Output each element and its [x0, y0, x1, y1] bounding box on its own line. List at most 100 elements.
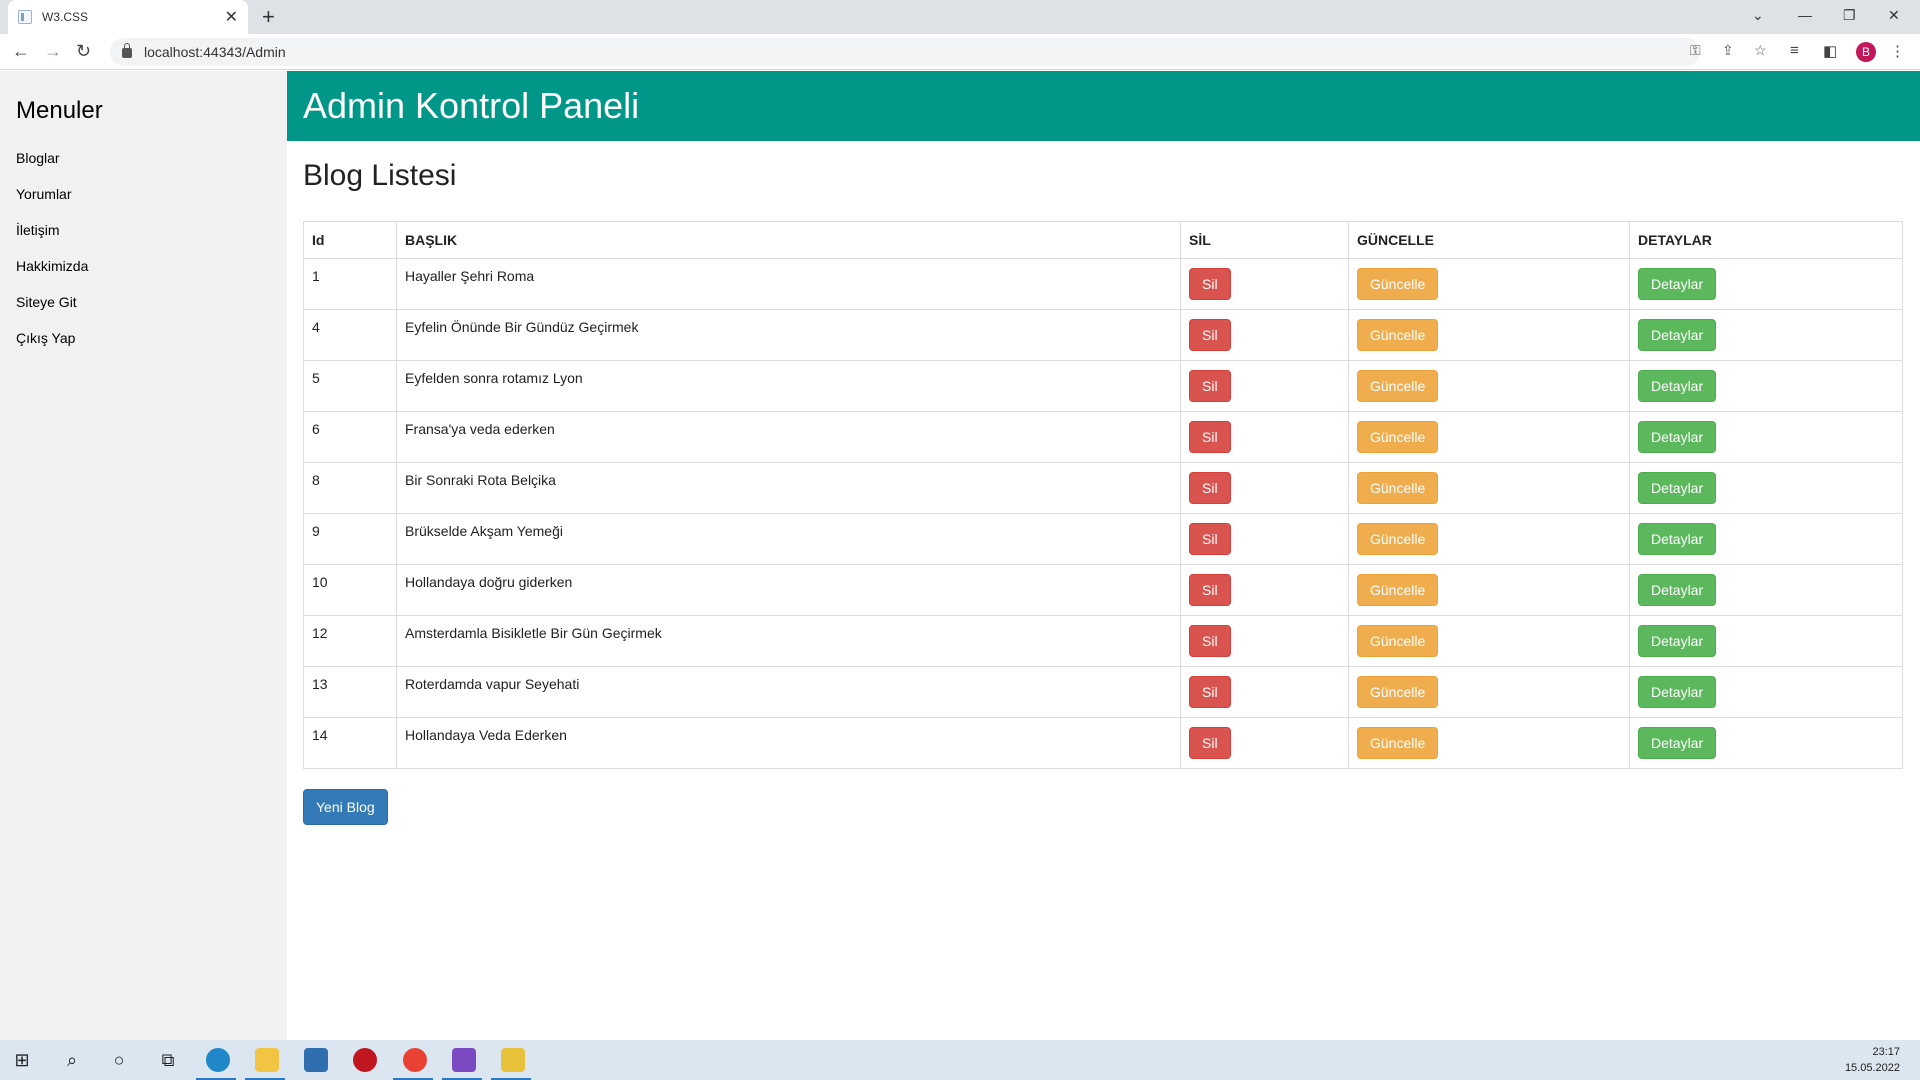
row-id: 4: [303, 309, 397, 361]
menu-kebab-icon[interactable]: ⋮: [1890, 42, 1905, 60]
details-button[interactable]: Detaylar: [1638, 727, 1717, 759]
update-cell: Güncelle: [1348, 462, 1630, 514]
delete-button[interactable]: Sil: [1189, 319, 1231, 351]
browser-tab[interactable]: W3.CSS ✕: [8, 0, 248, 34]
minimize-icon[interactable]: —: [1798, 0, 1812, 30]
column-header-id: Id: [303, 221, 397, 259]
main-content: Admin Kontrol Paneli Blog Listesi Id BAŞ…: [287, 71, 1920, 1041]
search-icon[interactable]: ⌕: [60, 1048, 84, 1072]
delete-button[interactable]: Sil: [1189, 676, 1231, 708]
key-icon[interactable]: ⚿: [1690, 42, 1701, 59]
update-button[interactable]: Güncelle: [1357, 319, 1439, 351]
reload-icon[interactable]: ↻: [76, 41, 91, 61]
row-id: 14: [303, 717, 397, 769]
task-view-icon[interactable]: ⧉: [156, 1048, 180, 1072]
update-button[interactable]: Güncelle: [1357, 268, 1439, 300]
page-title: Admin Kontrol Paneli: [303, 85, 640, 126]
row-id: 9: [303, 513, 397, 565]
details-button[interactable]: Detaylar: [1638, 370, 1717, 402]
delete-button[interactable]: Sil: [1189, 625, 1231, 657]
new-blog-button[interactable]: Yeni Blog: [303, 789, 388, 825]
profile-avatar[interactable]: B: [1856, 42, 1876, 62]
address-bar[interactable]: localhost:44343/Admin: [110, 38, 1700, 66]
table-row: 13 Roterdamda vapur Seyehati Sil Güncelle De…: [303, 666, 1903, 718]
chrome-icon[interactable]: [403, 1048, 427, 1072]
lock-icon[interactable]: [122, 43, 132, 58]
edge-icon[interactable]: [206, 1048, 230, 1072]
delete-cell: Sil: [1180, 360, 1349, 412]
update-button[interactable]: Güncelle: [1357, 625, 1439, 657]
page-favicon-icon: [18, 10, 32, 24]
new-tab-icon[interactable]: +: [262, 4, 275, 30]
delete-button[interactable]: Sil: [1189, 268, 1231, 300]
delete-button[interactable]: Sil: [1189, 523, 1231, 555]
table-header-row: Id BAŞLIK SİL GÜNCELLE DETAYLAR: [303, 221, 1903, 259]
details-button[interactable]: Detaylar: [1638, 574, 1717, 606]
side-panel-icon[interactable]: ◧: [1823, 42, 1837, 60]
delete-button[interactable]: Sil: [1189, 472, 1231, 504]
details-button[interactable]: Detaylar: [1638, 319, 1717, 351]
row-id: 6: [303, 411, 397, 463]
opera-icon[interactable]: [353, 1048, 377, 1072]
tab-search-chevron-icon[interactable]: ⌄: [1752, 0, 1764, 30]
visual-studio-icon[interactable]: [452, 1048, 476, 1072]
update-cell: Güncelle: [1348, 666, 1630, 718]
tab-close-icon[interactable]: ✕: [225, 7, 238, 27]
details-button[interactable]: Detaylar: [1638, 472, 1717, 504]
update-button[interactable]: Güncelle: [1357, 472, 1439, 504]
back-arrow-icon[interactable]: ←: [12, 41, 30, 61]
column-header-detaylar: DETAYLAR: [1629, 221, 1903, 259]
windows-taskbar: ⊞ ⌕ ○ ⧉ 23:17 15.05.2022: [0, 1040, 1920, 1080]
row-id: 12: [303, 615, 397, 667]
row-id: 1: [303, 258, 397, 310]
details-button[interactable]: Detaylar: [1638, 625, 1717, 657]
section-heading: Blog Listesi: [303, 159, 457, 192]
file-explorer-icon[interactable]: [255, 1048, 279, 1072]
sidebar-item-cikis-yap[interactable]: Çıkış Yap: [0, 321, 287, 357]
details-button[interactable]: Detaylar: [1638, 421, 1717, 453]
sidebar-item-bloglar[interactable]: Bloglar: [0, 141, 287, 177]
sidebar-item-yorumlar[interactable]: Yorumlar: [0, 177, 287, 213]
details-button[interactable]: Detaylar: [1638, 268, 1717, 300]
update-button[interactable]: Güncelle: [1357, 523, 1439, 555]
media-control-icon[interactable]: ≡: [1790, 42, 1799, 59]
update-button[interactable]: Güncelle: [1357, 370, 1439, 402]
forward-arrow-icon[interactable]: →: [44, 41, 62, 61]
update-cell: Güncelle: [1348, 615, 1630, 667]
table-row: 12 Amsterdamla Bisikletle Bir Gün Geçirme…: [303, 615, 1903, 667]
sidebar-item-iletisim[interactable]: İletişim: [0, 213, 287, 249]
delete-cell: Sil: [1180, 564, 1349, 616]
update-button[interactable]: Güncelle: [1357, 727, 1439, 759]
tools-app-icon[interactable]: [501, 1048, 525, 1072]
details-cell: Detaylar: [1629, 258, 1903, 310]
system-clock[interactable]: 23:17 15.05.2022: [1845, 1044, 1900, 1076]
update-button[interactable]: Güncelle: [1357, 421, 1439, 453]
windows-start-icon[interactable]: ⊞: [10, 1048, 34, 1072]
sidebar-item-siteye-git[interactable]: Siteye Git: [0, 285, 287, 321]
details-button[interactable]: Detaylar: [1638, 676, 1717, 708]
share-icon[interactable]: ⇪: [1722, 42, 1734, 59]
update-button[interactable]: Güncelle: [1357, 574, 1439, 606]
cortana-icon[interactable]: ○: [107, 1048, 131, 1072]
details-cell: Detaylar: [1629, 309, 1903, 361]
window-close-icon[interactable]: ✕: [1888, 0, 1900, 30]
details-cell: Detaylar: [1629, 462, 1903, 514]
delete-button[interactable]: Sil: [1189, 574, 1231, 606]
clock-date: 15.05.2022: [1844, 1062, 1900, 1074]
details-cell: Detaylar: [1629, 411, 1903, 463]
bookmark-star-icon[interactable]: ☆: [1754, 42, 1767, 59]
delete-button[interactable]: Sil: [1189, 421, 1231, 453]
sidebar-item-hakkimizda[interactable]: Hakkimizda: [0, 249, 287, 285]
restore-icon[interactable]: ❐: [1843, 0, 1856, 30]
update-cell: Güncelle: [1348, 309, 1630, 361]
details-button[interactable]: Detaylar: [1638, 523, 1717, 555]
tab-title: W3.CSS: [42, 10, 89, 24]
delete-button[interactable]: Sil: [1189, 370, 1231, 402]
row-title: Roterdamda vapur Seyehati: [396, 666, 1181, 718]
table-row: 6 Fransa'ya veda ederken Sil Güncelle Detayl…: [303, 411, 1903, 463]
url-text[interactable]: localhost:44343/Admin: [144, 44, 286, 60]
update-button[interactable]: Güncelle: [1357, 676, 1439, 708]
details-cell: Detaylar: [1629, 564, 1903, 616]
delete-button[interactable]: Sil: [1189, 727, 1231, 759]
mail-icon[interactable]: [304, 1048, 328, 1072]
